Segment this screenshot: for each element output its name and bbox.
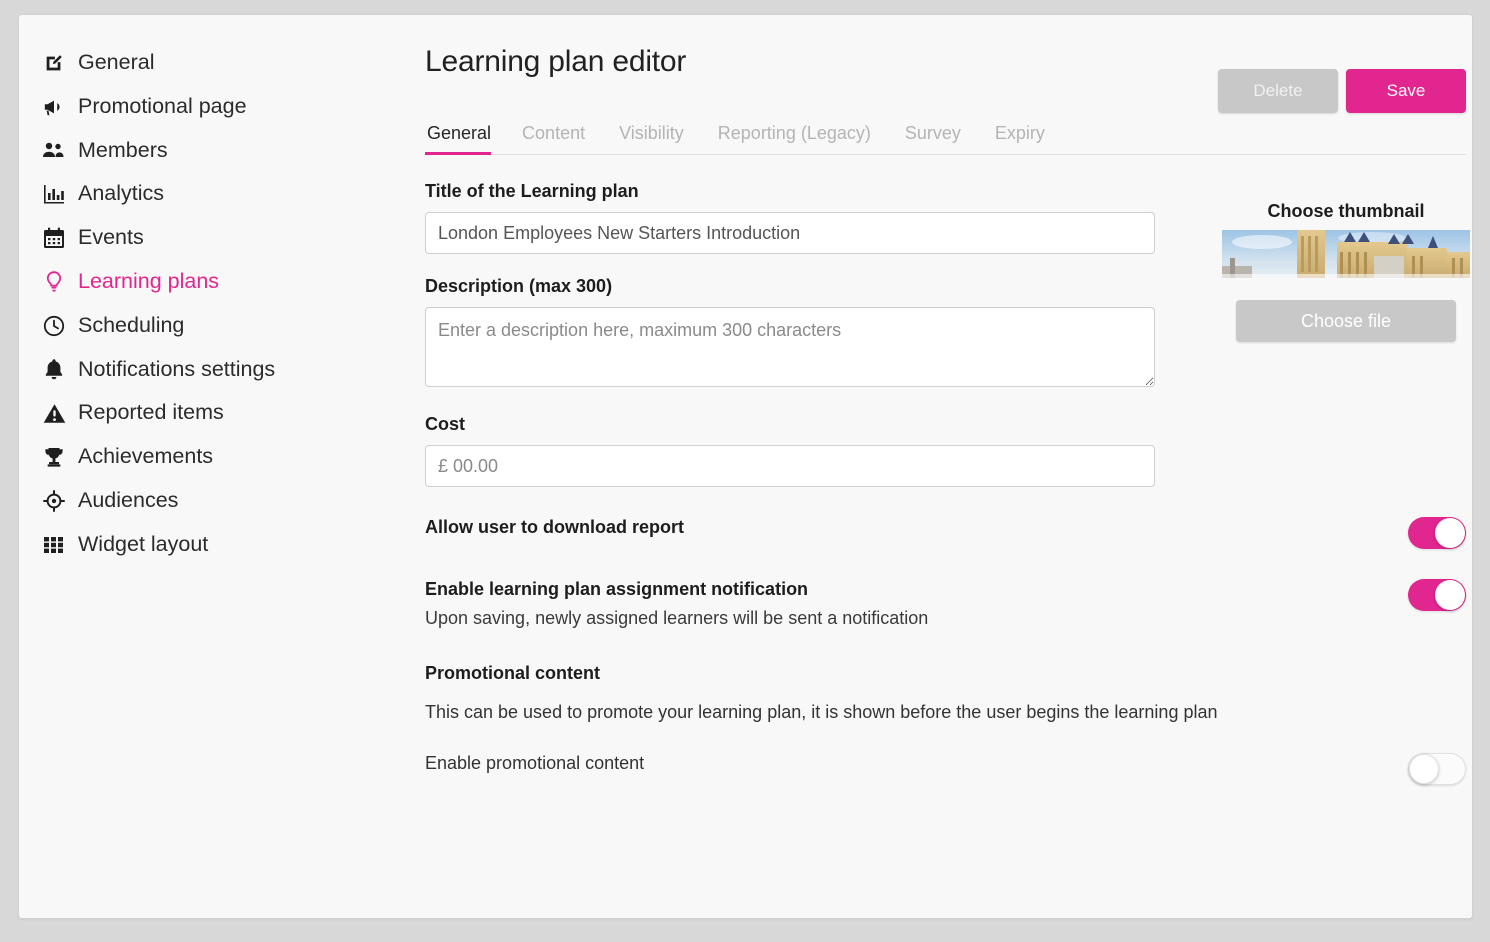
sidebar-item-learning-plans[interactable]: Learning plans <box>19 260 391 304</box>
cost-field-block: Cost <box>425 414 1155 487</box>
description-textarea[interactable] <box>425 307 1155 387</box>
header-actions: Delete Save <box>1218 69 1466 113</box>
sidebar-item-label: Promotional page <box>78 94 247 120</box>
assignment-notification-sublabel: Upon saving, newly assigned learners wil… <box>425 608 928 629</box>
tab-expiry[interactable]: Expiry <box>978 117 1062 154</box>
thumbnail-panel: Choose thumbnail <box>1222 201 1470 342</box>
bell-icon <box>41 357 67 381</box>
assignment-notification-toggle[interactable] <box>1408 579 1466 611</box>
sidebar-item-general[interactable]: General <box>19 41 391 85</box>
delete-button[interactable]: Delete <box>1218 69 1338 113</box>
tab-reporting-legacy[interactable]: Reporting (Legacy) <box>701 117 888 154</box>
sidebar-item-label: Achievements <box>78 444 213 470</box>
app-card: General Promotional page Members Analyti… <box>18 14 1473 919</box>
sidebar-item-label: Scheduling <box>78 313 184 339</box>
description-field-label: Description (max 300) <box>425 276 1155 297</box>
general-form: Title of the Learning plan Description (… <box>425 155 1155 487</box>
sidebar-item-label: Members <box>78 138 168 164</box>
cost-input[interactable] <box>425 445 1155 487</box>
tab-survey[interactable]: Survey <box>888 117 978 154</box>
sidebar-item-events[interactable]: Events <box>19 216 391 260</box>
sidebar-item-members[interactable]: Members <box>19 129 391 173</box>
promotional-content-description: This can be used to promote your learnin… <box>425 702 1466 723</box>
download-report-row: Allow user to download report <box>425 517 1466 549</box>
download-report-text: Allow user to download report <box>425 517 684 538</box>
toggle-knob <box>1435 518 1465 548</box>
houses-of-parliament-photo <box>1222 230 1470 278</box>
sidebar-item-reported-items[interactable]: Reported items <box>19 391 391 435</box>
sidebar-item-promotional-page[interactable]: Promotional page <box>19 85 391 129</box>
sidebar-item-label: Audiences <box>78 488 178 514</box>
sidebar-item-analytics[interactable]: Analytics <box>19 172 391 216</box>
trophy-icon <box>41 445 67 469</box>
bar-chart-icon <box>41 182 67 206</box>
toggle-knob <box>1409 754 1439 784</box>
assignment-notification-text: Enable learning plan assignment notifica… <box>425 579 928 629</box>
clock-icon <box>41 314 67 338</box>
sidebar-item-achievements[interactable]: Achievements <box>19 435 391 479</box>
promotional-content-text: Enable promotional content <box>425 753 644 774</box>
warning-triangle-icon <box>41 401 67 425</box>
sidebar-item-label: Widget layout <box>78 532 208 558</box>
tab-general[interactable]: General <box>425 117 505 154</box>
calendar-icon <box>41 226 67 250</box>
title-input[interactable] <box>425 212 1155 254</box>
title-field-label: Title of the Learning plan <box>425 181 1155 202</box>
crosshair-icon <box>41 489 67 513</box>
promotional-content-row: Enable promotional content <box>425 753 1466 785</box>
assignment-notification-label: Enable learning plan assignment notifica… <box>425 579 928 600</box>
sidebar-item-label: Analytics <box>78 181 164 207</box>
promotional-content-label: Enable promotional content <box>425 753 644 774</box>
users-icon <box>41 138 67 162</box>
promotional-content-toggle[interactable] <box>1408 753 1466 785</box>
download-report-label: Allow user to download report <box>425 517 684 538</box>
tab-content[interactable]: Content <box>505 117 602 154</box>
toggle-knob <box>1435 580 1465 610</box>
thumbnail-title: Choose thumbnail <box>1222 201 1470 222</box>
lightbulb-icon <box>41 270 67 294</box>
megaphone-icon <box>41 95 67 119</box>
tab-visibility[interactable]: Visibility <box>602 117 701 154</box>
promotional-content-title: Promotional content <box>425 663 1466 684</box>
sidebar-item-label: Reported items <box>78 400 224 426</box>
sidebar-item-widget-layout[interactable]: Widget layout <box>19 523 391 567</box>
sidebar-item-label: General <box>78 50 155 76</box>
title-field-block: Title of the Learning plan <box>425 181 1155 254</box>
sidebar-item-scheduling[interactable]: Scheduling <box>19 304 391 348</box>
grid-icon <box>41 533 67 557</box>
thumbnail-preview[interactable] <box>1222 230 1470 278</box>
save-button[interactable]: Save <box>1346 69 1466 113</box>
assignment-notification-row: Enable learning plan assignment notifica… <box>425 579 1466 629</box>
edit-square-icon <box>41 51 67 75</box>
main-content: Learning plan editor Delete Save General… <box>391 15 1473 918</box>
sidebar-item-label: Notifications settings <box>78 357 275 383</box>
promotional-content-section: Promotional content This can be used to … <box>425 663 1466 723</box>
description-field-block: Description (max 300) <box>425 276 1155 392</box>
sidebar-item-label: Learning plans <box>78 269 219 295</box>
sidebar-item-audiences[interactable]: Audiences <box>19 479 391 523</box>
tab-bar: General Content Visibility Reporting (Le… <box>425 117 1466 155</box>
sidebar-item-label: Events <box>78 225 144 251</box>
cost-field-label: Cost <box>425 414 1155 435</box>
sidebar-item-notifications-settings[interactable]: Notifications settings <box>19 348 391 392</box>
download-report-toggle[interactable] <box>1408 517 1466 549</box>
sidebar: General Promotional page Members Analyti… <box>19 15 391 918</box>
choose-file-button[interactable]: Choose file <box>1236 300 1456 342</box>
